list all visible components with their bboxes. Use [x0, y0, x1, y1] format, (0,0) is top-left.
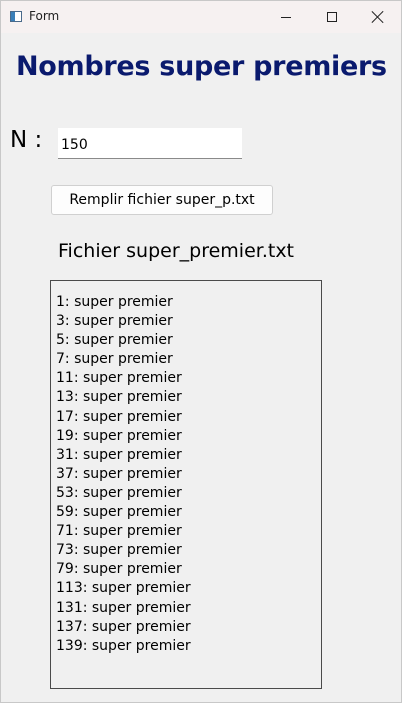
result-list[interactable]: 1: super premier 3: super premier 5: super… — [50, 280, 322, 689]
fill-file-button[interactable]: Remplir fichier super_p.txt — [51, 185, 273, 215]
form-window: Form Nombres super premiers N : Remplir … — [0, 0, 402, 703]
close-button[interactable] — [355, 1, 401, 33]
result-line: 13: super premier — [56, 389, 182, 406]
close-icon — [372, 11, 384, 23]
result-line: 5: super premier — [56, 332, 173, 349]
result-line: 7: super premier — [56, 351, 173, 368]
result-line: 19: super premier — [56, 427, 182, 444]
result-line: 1: super premier — [56, 294, 173, 310]
result-line: 73: super premier — [56, 542, 182, 559]
n-label: N : — [10, 127, 43, 153]
result-line: 79: super premier — [56, 561, 182, 578]
result-line: 31: super premier — [56, 446, 182, 463]
title-bar[interactable]: Form — [1, 1, 401, 33]
result-line: 137: super premier — [56, 618, 191, 635]
result-line: 11: super premier — [56, 370, 182, 387]
file-label: Fichier super_premier.txt — [58, 240, 295, 262]
result-line: 131: super premier — [56, 599, 191, 616]
result-line: 53: super premier — [56, 484, 182, 501]
result-line: 71: super premier — [56, 523, 182, 540]
result-line: 139: super premier — [56, 637, 191, 654]
minimize-button[interactable] — [263, 1, 309, 33]
result-line: 3: super premier — [56, 313, 173, 330]
result-line: 59: super premier — [56, 504, 182, 521]
result-line: 17: super premier — [56, 408, 182, 425]
maximize-button[interactable] — [309, 1, 355, 33]
maximize-icon — [327, 12, 337, 22]
app-window-icon — [10, 11, 22, 22]
window-title: Form — [29, 9, 60, 23]
page-title: Nombres super premiers — [16, 51, 387, 82]
result-line: 37: super premier — [56, 465, 182, 482]
result-line: 113: super premier — [56, 580, 191, 597]
n-input[interactable] — [58, 128, 242, 159]
minimize-icon — [281, 16, 291, 18]
